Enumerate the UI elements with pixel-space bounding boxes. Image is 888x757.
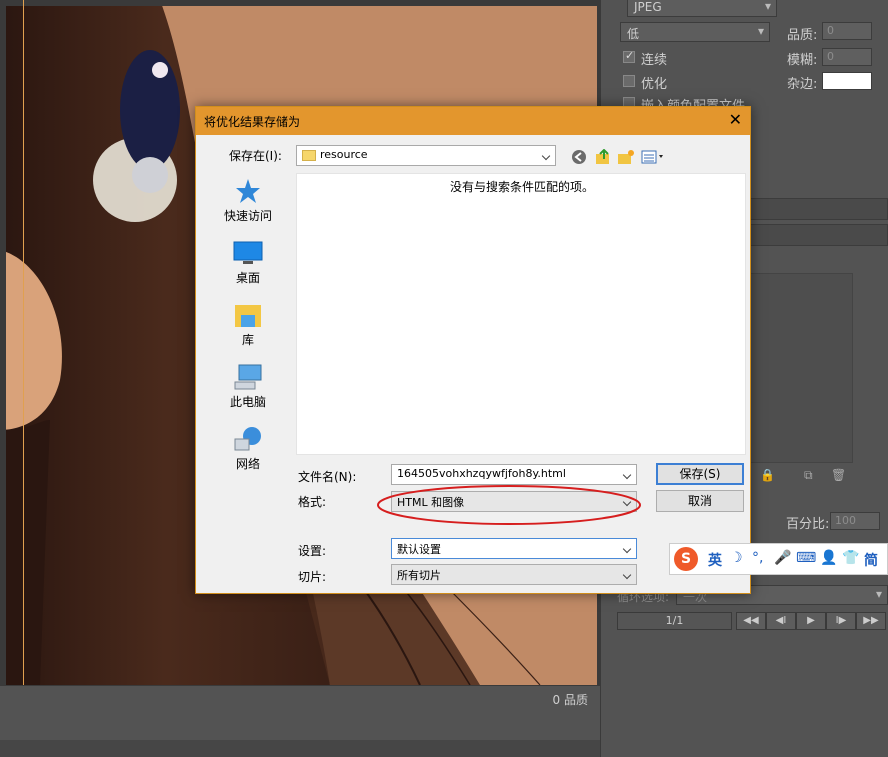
progressive-checkbox[interactable] [623,49,635,63]
quality-label: 品质: [787,28,818,43]
ime-lang-toggle[interactable]: 英 [708,550,722,570]
settings-label: 设置: [298,544,327,558]
place-network[interactable]: 网络 [203,425,293,472]
save-dialog: 将优化结果存储为 ✕ 保存在(I): resource 快速访问 桌面 库 此电… [195,106,751,594]
close-icon[interactable]: ✕ [729,110,742,129]
library-folder-icon [235,305,261,327]
filename-input[interactable]: 164505vohxhzqywfjfoh8y.html [391,464,637,485]
network-icon [234,427,261,451]
place-label: 此电脑 [229,395,266,409]
settings-select[interactable]: 默认设置 [391,538,637,559]
optimized-label: 优化 [641,77,668,92]
format-select[interactable]: JPEG [627,0,777,17]
quality-input[interactable]: 0 [822,22,872,40]
filename-label: 文件名(N): [298,470,357,484]
dialog-title: 将优化结果存储为 [204,115,301,129]
save-in-label: 保存在(I): [229,149,282,163]
new-color-icon[interactable]: ⧉ [804,468,813,483]
frame-counter: 1/1 [617,612,732,630]
save-button[interactable]: 保存(S) [656,463,744,485]
view-menu-icon[interactable] [641,149,667,165]
microphone-icon[interactable]: 🎤 [774,550,791,566]
moon-icon[interactable]: ☽ [730,550,743,566]
panel-row [750,198,888,220]
places-bar: 快速访问 桌面 库 此电脑 网络 [203,169,293,529]
simplified-toggle[interactable]: 简 [864,550,878,570]
save-in-value: resource [320,148,368,161]
file-list[interactable]: 没有与搜索条件匹配的项。 [296,173,746,455]
place-this-pc[interactable]: 此电脑 [203,363,293,410]
blur-input[interactable]: 0 [822,48,872,66]
first-frame-button[interactable]: ◀◀ [736,612,766,630]
sogou-logo-icon[interactable]: S [674,547,698,571]
place-library[interactable]: 库 [203,301,293,348]
user-icon[interactable]: 👤 [820,550,837,566]
place-quick-access[interactable]: 快速访问 [203,177,293,224]
matte-color-swatch[interactable] [822,72,872,90]
prev-frame-button[interactable]: ◀I [766,612,796,630]
guide-line [23,0,24,685]
lock-icon[interactable]: 🔒 [760,468,775,482]
optimized-checkbox[interactable] [623,75,635,87]
new-folder-icon[interactable] [617,149,635,165]
place-label: 网络 [235,457,260,471]
place-label: 库 [241,333,254,347]
percent-input[interactable]: 100 [830,512,880,530]
star-icon [236,179,260,203]
next-frame-button[interactable]: I▶ [826,612,856,630]
empty-message: 没有与搜索条件匹配的项。 [449,180,594,194]
save-in-combo[interactable]: resource [296,145,556,166]
slices-select[interactable]: 所有切片 [391,564,637,585]
dialog-titlebar[interactable]: 将优化结果存储为 ✕ [196,107,750,135]
punctuation-icon[interactable]: °, [752,550,763,566]
ime-toolbar: S 英 ☽ °, 🎤 ⌨ 👤 👕 简 [669,543,888,575]
panel-row [750,224,888,246]
desktop-icon [233,241,263,264]
place-label: 快速访问 [223,209,272,223]
up-folder-icon[interactable] [594,149,612,165]
place-desktop[interactable]: 桌面 [203,239,293,286]
percent-label: 百分比: [786,517,830,532]
quality-status-text: 0 品质 [552,693,588,707]
animation-controls: ◀◀ ◀I ▶ I▶ ▶▶ [736,612,886,630]
place-label: 桌面 [235,271,260,285]
keyboard-icon[interactable]: ⌨ [796,550,816,566]
trash-icon[interactable]: 🗑 [831,468,846,482]
computer-icon [234,364,262,390]
play-button[interactable]: ▶ [796,612,826,630]
annotation-ellipse [377,485,641,525]
folder-icon [302,149,316,161]
progressive-label: 连续 [641,53,668,68]
cancel-button[interactable]: 取消 [656,490,744,512]
back-icon[interactable] [570,149,588,165]
skin-icon[interactable]: 👕 [842,550,859,566]
blur-label: 模糊: [787,53,818,68]
format-label: 格式: [298,495,327,509]
slices-label: 切片: [298,570,327,584]
quality-preset-select[interactable]: 低 [620,22,770,42]
status-bar: 0 品质 [0,685,600,740]
matte-label: 杂边: [787,77,818,92]
last-frame-button[interactable]: ▶▶ [856,612,886,630]
